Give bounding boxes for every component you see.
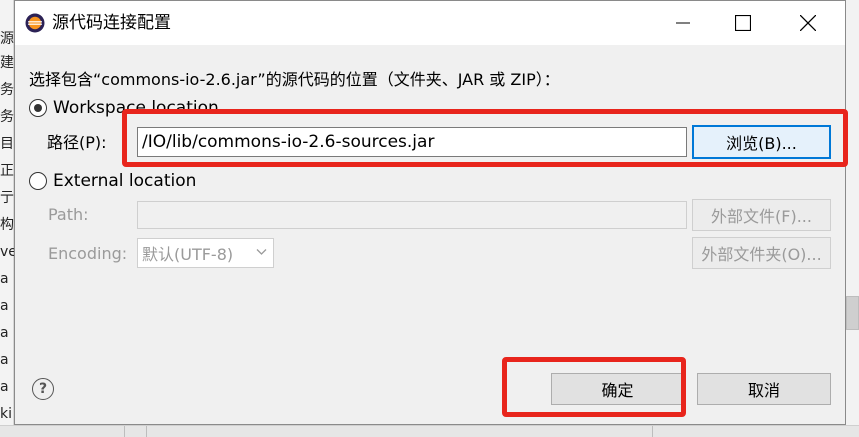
background-text: a: [0, 298, 9, 314]
background-text: ve: [0, 244, 14, 260]
background-text: a: [0, 271, 9, 287]
minimize-icon: [676, 22, 690, 24]
background-text: 目: [0, 136, 14, 152]
close-button[interactable]: [785, 1, 831, 45]
background-app-strip: 源 建 务 务 目 正 亍 构 ve a a a a a ki: [0, 0, 14, 437]
workspace-path-input[interactable]: /IO/lib/commons-io-2.6-sources.jar: [137, 127, 687, 157]
radio-unselected-icon[interactable]: [29, 172, 47, 190]
background-text: a: [0, 379, 9, 395]
ok-button[interactable]: 确定: [551, 373, 684, 405]
external-path-input[interactable]: [137, 201, 687, 229]
background-text: a: [0, 325, 9, 341]
help-icon[interactable]: ?: [32, 378, 54, 400]
background-text: [0, 0, 14, 22]
background-text: 建: [0, 55, 14, 71]
encoding-select[interactable]: 默认(UTF-8): [137, 238, 274, 268]
background-app-right: [846, 0, 859, 437]
background-text: 亍: [0, 190, 14, 206]
close-icon: [800, 15, 816, 31]
title-bar: 源代码连接配置: [15, 1, 845, 45]
background-app-bottom: [0, 425, 859, 437]
path-label: 路径(P):: [47, 133, 107, 152]
background-text: a: [0, 352, 9, 368]
background-text: 务: [0, 109, 14, 125]
encoding-label: Encoding:: [48, 244, 128, 263]
chevron-down-icon: [256, 249, 267, 255]
external-location-label: External location: [53, 171, 197, 191]
workspace-location-label: Workspace location: [53, 98, 219, 118]
background-text: 正: [0, 163, 14, 179]
external-location-radio[interactable]: External location: [29, 170, 196, 192]
external-path-label: Path:: [48, 205, 89, 224]
background-text: 构: [0, 217, 14, 233]
radio-selected-icon[interactable]: [29, 99, 47, 117]
maximize-icon: [735, 15, 751, 31]
background-text: ki: [0, 406, 12, 422]
workspace-location-radio[interactable]: Workspace location: [29, 97, 219, 119]
encoding-value: 默认(UTF-8): [142, 245, 234, 264]
eclipse-icon: [25, 13, 45, 33]
minimize-button[interactable]: [660, 1, 706, 45]
instruction-text: 选择包含“commons-io-2.6.jar”的源代码的位置（文件夹、JAR …: [29, 70, 560, 89]
browse-button[interactable]: 浏览(B)...: [692, 125, 831, 159]
maximize-button[interactable]: [720, 1, 766, 45]
dialog-title: 源代码连接配置: [52, 13, 171, 33]
cancel-button[interactable]: 取消: [697, 373, 831, 405]
external-folder-button[interactable]: 外部文件夹(O)...: [692, 237, 831, 269]
background-text: 务: [0, 82, 14, 98]
source-attachment-dialog: 源代码连接配置 选择包含“commons-io-2.6.jar”的源代码的位置（…: [14, 0, 846, 425]
external-file-button[interactable]: 外部文件(F)...: [692, 199, 831, 231]
background-text: 源: [0, 31, 14, 47]
background-scrollbar[interactable]: [846, 296, 859, 330]
